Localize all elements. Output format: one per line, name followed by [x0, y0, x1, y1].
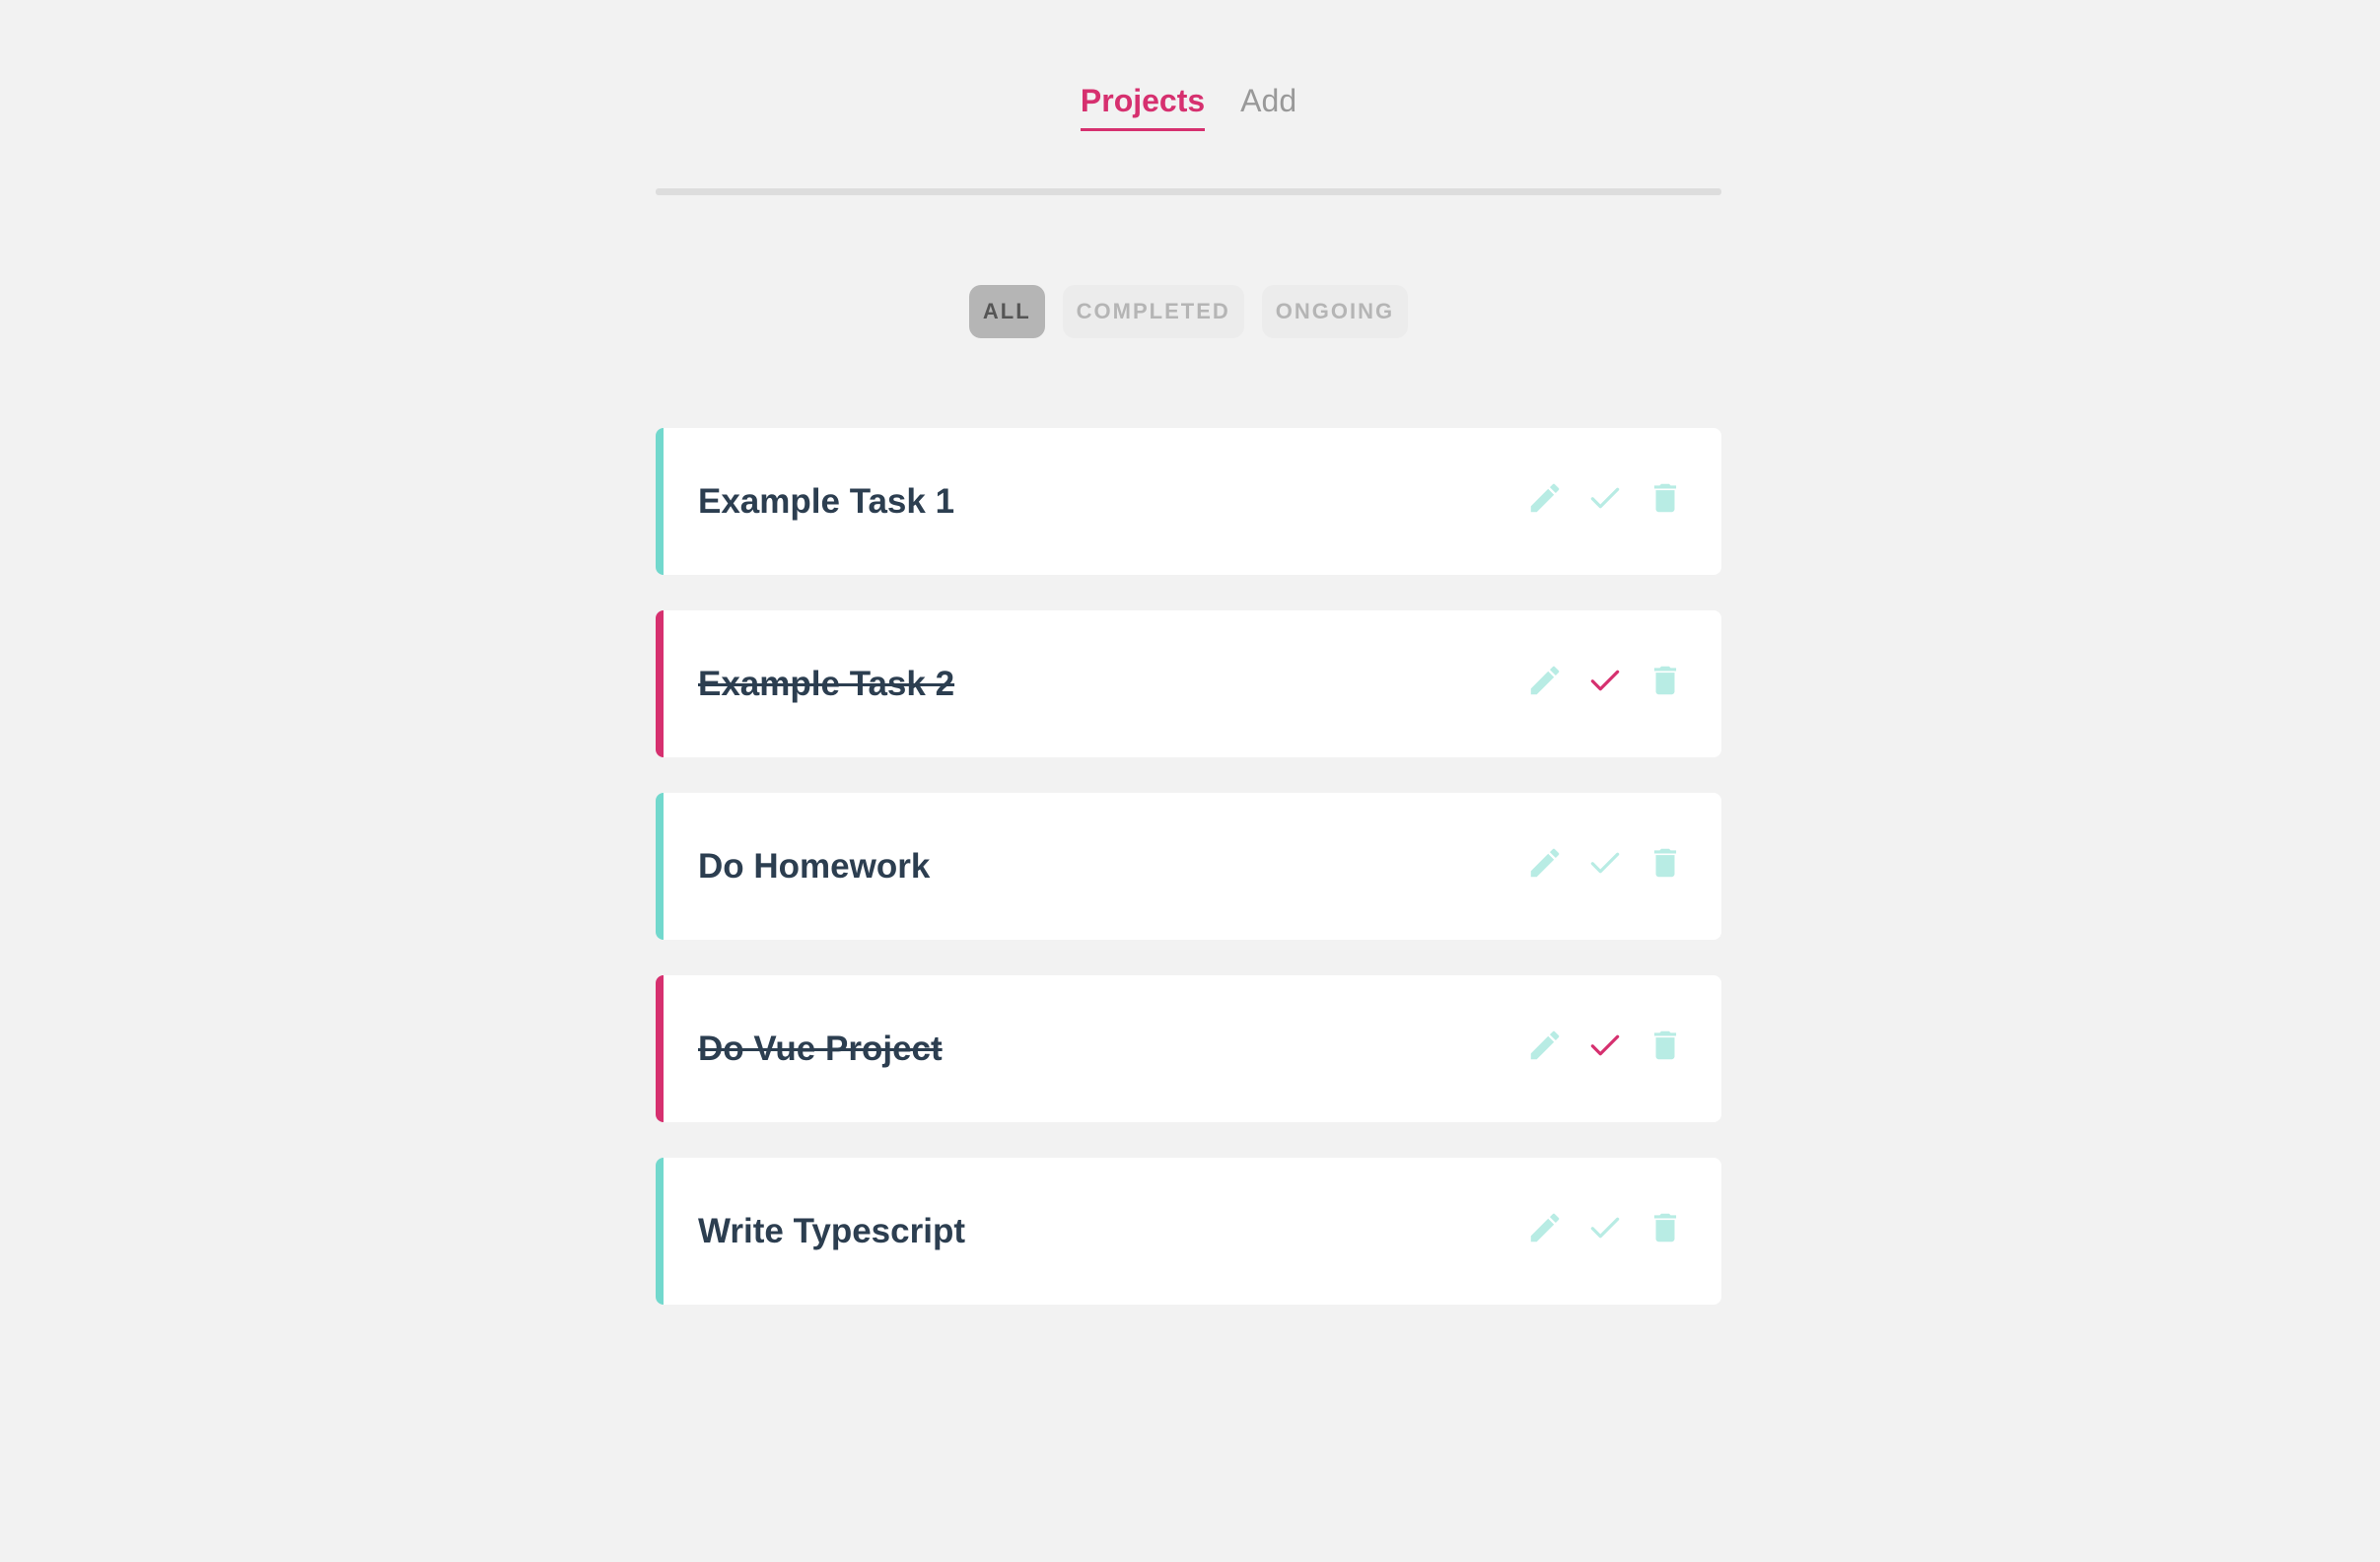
task-actions	[1526, 1027, 1684, 1064]
filter-completed-button[interactable]: COMPLETED	[1062, 285, 1244, 338]
trash-icon	[1653, 666, 1677, 695]
task-title: Example Task 2	[698, 664, 955, 703]
task-actions	[1526, 844, 1684, 882]
task-card: Example Task 2	[656, 610, 1721, 757]
task-title: Do Homework	[698, 846, 931, 886]
task-title: Example Task 1	[698, 481, 955, 521]
task-card: Do Homework	[656, 793, 1721, 940]
edit-button[interactable]	[1526, 1209, 1564, 1246]
pencil-icon	[1530, 848, 1560, 878]
pencil-icon	[1530, 483, 1560, 513]
edit-button[interactable]	[1526, 479, 1564, 517]
trash-icon	[1653, 848, 1677, 878]
pencil-icon	[1530, 1213, 1560, 1242]
complete-button[interactable]	[1586, 1209, 1624, 1246]
task-card: Example Task 1	[656, 428, 1721, 575]
task-list: Example Task 1 Example Task 2 Do Homewor…	[656, 428, 1721, 1340]
delete-button[interactable]	[1646, 479, 1684, 517]
task-card: Write Typescript	[656, 1158, 1721, 1305]
check-icon	[1590, 1217, 1620, 1239]
complete-button[interactable]	[1586, 479, 1624, 517]
pencil-icon	[1530, 666, 1560, 695]
trash-icon	[1653, 483, 1677, 513]
edit-button[interactable]	[1526, 662, 1564, 699]
edit-button[interactable]	[1526, 844, 1564, 882]
check-icon	[1590, 852, 1620, 874]
filter-ongoing-button[interactable]: ONGOING	[1261, 285, 1409, 338]
delete-button[interactable]	[1646, 662, 1684, 699]
delete-button[interactable]	[1646, 1027, 1684, 1064]
nav-link-add[interactable]: Add	[1240, 81, 1296, 131]
task-actions	[1526, 1209, 1684, 1246]
header-divider	[656, 188, 1721, 195]
task-actions	[1526, 662, 1684, 699]
delete-button[interactable]	[1646, 1209, 1684, 1246]
task-card: Do Vue Project	[656, 975, 1721, 1122]
edit-button[interactable]	[1526, 1027, 1564, 1064]
pencil-icon	[1530, 1030, 1560, 1060]
filter-all-button[interactable]: ALL	[968, 285, 1045, 338]
check-icon	[1590, 1034, 1620, 1056]
complete-button[interactable]	[1586, 844, 1624, 882]
task-title: Do Vue Project	[698, 1029, 943, 1068]
check-icon	[1590, 487, 1620, 509]
complete-button[interactable]	[1586, 662, 1624, 699]
trash-icon	[1653, 1030, 1677, 1060]
main-nav: Projects Add	[656, 81, 1721, 131]
delete-button[interactable]	[1646, 844, 1684, 882]
filter-bar: ALL COMPLETED ONGOING	[656, 285, 1721, 338]
task-actions	[1526, 479, 1684, 517]
check-icon	[1590, 670, 1620, 691]
task-title: Write Typescript	[698, 1211, 965, 1250]
nav-link-projects[interactable]: Projects	[1080, 81, 1206, 131]
complete-button[interactable]	[1586, 1027, 1624, 1064]
trash-icon	[1653, 1213, 1677, 1242]
